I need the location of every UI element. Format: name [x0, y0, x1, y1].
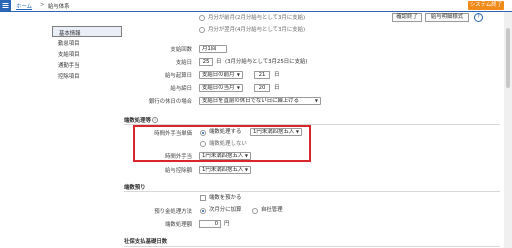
overtime-pay-label: 時間外手当: [165, 154, 192, 160]
month-prev-radio[interactable]: [199, 15, 205, 21]
exit-button[interactable]: システム終了: [468, 1, 504, 10]
sidebar-item-deduction[interactable]: 控除項目: [52, 71, 122, 81]
sidebar-item-label: 控除項目: [58, 74, 80, 80]
rounding-noprocess-label: 端数処理しない: [209, 141, 247, 147]
carry-amount-unit: 円: [224, 221, 230, 227]
carry-divider: [124, 191, 500, 192]
pay-close-day-input[interactable]: 20: [254, 84, 270, 92]
carry-amount-label: 端数処理額: [165, 222, 192, 228]
carry-next-month-radio[interactable]: [200, 208, 206, 214]
deposit-method-label: 預り金処理方法: [154, 209, 192, 215]
scrollbar[interactable]: [504, 12, 512, 248]
pay-close-label: 給与締日: [170, 86, 192, 92]
breadcrumb-separator: >: [40, 2, 45, 8]
breadcrumb-home[interactable]: ホーム: [16, 2, 32, 10]
sidebar-item-label: 支給項目: [58, 52, 80, 58]
statement-format-button[interactable]: 給与明細様式: [425, 13, 469, 22]
carry-amount-input[interactable]: 0: [199, 220, 221, 228]
sidebar-item-basic-info[interactable]: 基本情報: [52, 26, 122, 37]
confirm-end-button[interactable]: 確認終了: [392, 13, 422, 22]
month-next-radio[interactable]: [199, 27, 205, 33]
carry-self-manage-radio[interactable]: [252, 208, 258, 214]
pay-start-label: 給与起算日: [165, 73, 192, 79]
scrollbar-thumb[interactable]: [506, 28, 510, 88]
sidebar-item-label: 通勤手当: [58, 63, 80, 69]
bank-holiday-select[interactable]: 支給日を直前の休日でない日に繰上げる ▼: [199, 97, 321, 105]
sidebar-item-commute[interactable]: 通勤手当: [52, 60, 122, 70]
bank-holiday-label: 銀行の休日の場合: [148, 99, 192, 105]
carry-section-title: 端数預り: [124, 185, 146, 191]
exit-button-label: システム終了: [469, 2, 503, 8]
pay-close-select[interactable]: 支給日の当月 ▼: [199, 84, 243, 92]
pay-close-unit: 日: [274, 85, 280, 91]
overtime-unit-label: 時間外手当単価: [154, 131, 192, 137]
pay-start-day-input[interactable]: 21: [254, 71, 270, 79]
pay-deduction-select[interactable]: 1円未満四捨五入 ▼: [199, 166, 251, 174]
insurance-section-title: 社保支払基礎日数: [124, 239, 168, 245]
rounding-process-select[interactable]: 1円未満四捨五入 ▼: [250, 128, 302, 136]
deposit-checkbox-label: 端数を預かる: [209, 195, 242, 201]
sidebar-item-label: 基本情報: [59, 31, 81, 37]
pay-deduction-label: 給与控除額: [165, 168, 192, 174]
sidebar: 基本情報 勤怠項目 支給項目 通勤手当 控除項目: [52, 26, 122, 86]
rounding-process-label: 端数処理する: [209, 129, 242, 135]
header-bar: ホーム > 給与体系 システム終了: [0, 0, 512, 12]
rounding-noprocess-radio[interactable]: [200, 141, 206, 147]
payment-date-label: 支給日: [175, 60, 192, 66]
statement-format-label: 給与明細様式: [430, 14, 464, 20]
pay-start-select[interactable]: 支給日の前月 ▼: [199, 71, 243, 79]
carry-next-month-label: 次月分に加算: [209, 207, 242, 213]
help-icon[interactable]: ?: [474, 13, 483, 22]
payment-date-unit: 日: [216, 59, 222, 65]
overtime-pay-select[interactable]: 1円未満四捨五入 ▼: [199, 152, 251, 160]
payment-count-label: 支給回数: [170, 47, 192, 53]
carry-self-manage-label: 自社管理: [261, 207, 283, 213]
rounding-section-title: 端数処理等: [124, 118, 151, 124]
confirm-end-label: 確認終了: [396, 14, 418, 20]
breadcrumb-current: 給与体系: [48, 4, 70, 10]
info-icon[interactable]: i: [152, 117, 158, 123]
payment-count-select[interactable]: 月1回: [199, 45, 227, 53]
payment-date-note: (3月分給与として3月25日に支給): [225, 59, 308, 65]
sidebar-item-label: 勤怠項目: [58, 41, 80, 47]
month-next-label: 月分が翌月(4月分給与として3月に支給): [208, 27, 306, 33]
payment-date-input[interactable]: 25: [199, 58, 213, 66]
sidebar-item-payment[interactable]: 支給項目: [52, 49, 122, 59]
deposit-checkbox[interactable]: [200, 195, 206, 201]
month-prev-label: 月分が前月(2月分給与として3月に支給): [208, 15, 306, 21]
menu-icon[interactable]: [0, 0, 11, 11]
pay-start-unit: 日: [274, 72, 280, 78]
sidebar-item-attendance[interactable]: 勤怠項目: [52, 38, 122, 48]
insurance-divider: [124, 246, 500, 247]
rounding-process-radio[interactable]: [200, 130, 206, 136]
